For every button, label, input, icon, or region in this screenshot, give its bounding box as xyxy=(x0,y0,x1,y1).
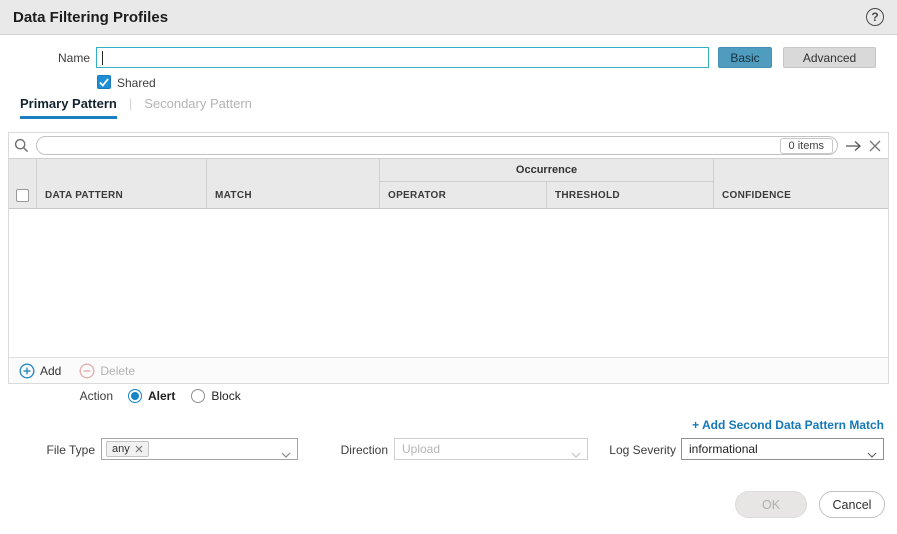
filter-input-field[interactable]: 0 items xyxy=(36,136,838,155)
ok-button[interactable]: OK xyxy=(735,491,807,518)
radio-unselected-icon xyxy=(191,389,205,403)
action-radio-group: Alert Block xyxy=(128,389,241,403)
shared-label: Shared xyxy=(117,76,156,90)
add-button-label: Add xyxy=(40,364,61,378)
delete-button[interactable]: Delete xyxy=(79,363,135,379)
page-title: Data Filtering Profiles xyxy=(13,9,168,26)
items-count-badge: 0 items xyxy=(780,138,833,154)
column-header-confidence[interactable]: CONFIDENCE xyxy=(713,159,890,208)
file-type-tag-label: any xyxy=(112,443,130,455)
clear-filter-icon[interactable] xyxy=(869,140,881,152)
data-filtering-profiles-dialog: Data Filtering Profiles ? Name Basic Adv… xyxy=(0,0,897,534)
filter-input[interactable] xyxy=(47,139,780,153)
advanced-button[interactable]: Advanced xyxy=(783,47,876,68)
log-severity-select[interactable]: informational xyxy=(681,438,884,460)
column-group-occurrence: Occurrence xyxy=(379,159,713,182)
radio-alert[interactable]: Alert xyxy=(128,389,175,403)
tab-secondary-pattern[interactable]: Secondary Pattern xyxy=(144,96,252,119)
file-type-tag: any xyxy=(106,441,149,457)
remove-tag-icon[interactable] xyxy=(135,445,143,453)
name-label: Name xyxy=(0,51,90,65)
log-severity-label: Log Severity xyxy=(560,443,676,457)
column-header-threshold[interactable]: THRESHOLD xyxy=(546,182,713,208)
radio-block-label: Block xyxy=(211,389,240,403)
select-all-cell xyxy=(9,159,36,208)
pattern-tabs: Primary Pattern | Secondary Pattern xyxy=(20,96,252,119)
search-icon xyxy=(14,138,29,153)
log-severity-value: informational xyxy=(686,442,758,456)
direction-label: Direction xyxy=(300,443,388,457)
column-header-operator[interactable]: OPERATOR xyxy=(379,182,546,208)
table-header: DATA PATTERN MATCH Occurrence OPERATOR T… xyxy=(9,158,888,209)
action-label: Action xyxy=(0,389,113,403)
radio-alert-label: Alert xyxy=(148,389,175,403)
column-header-data-pattern[interactable]: DATA PATTERN xyxy=(36,159,206,208)
table-toolbar: Add Delete xyxy=(9,357,888,383)
tab-separator: | xyxy=(129,96,132,111)
chevron-down-icon xyxy=(281,447,291,461)
basic-button[interactable]: Basic xyxy=(718,47,772,68)
help-icon[interactable]: ? xyxy=(866,8,884,26)
direction-value: Upload xyxy=(399,442,440,456)
delete-button-label: Delete xyxy=(100,364,135,378)
tab-primary-pattern[interactable]: Primary Pattern xyxy=(20,96,117,119)
direction-select: Upload xyxy=(394,438,588,460)
radio-block[interactable]: Block xyxy=(191,389,240,403)
shared-checkbox[interactable] xyxy=(97,75,111,89)
name-input[interactable] xyxy=(96,47,709,68)
table-filter-bar: 0 items xyxy=(9,133,888,158)
column-header-match[interactable]: MATCH xyxy=(206,159,379,208)
text-caret xyxy=(102,51,103,65)
add-button[interactable]: Add xyxy=(19,363,61,379)
select-all-checkbox[interactable] xyxy=(16,189,29,202)
file-type-select[interactable]: any xyxy=(101,438,298,460)
chevron-down-icon xyxy=(867,447,877,461)
name-input-field[interactable] xyxy=(97,48,708,67)
radio-selected-icon xyxy=(128,389,142,403)
circle-minus-icon xyxy=(79,363,95,379)
apply-filter-arrow-icon[interactable] xyxy=(845,140,862,152)
circle-plus-icon xyxy=(19,363,35,379)
dialog-header: Data Filtering Profiles ? xyxy=(0,0,897,35)
check-icon xyxy=(99,78,109,87)
cancel-button[interactable]: Cancel xyxy=(819,491,885,518)
file-type-label: File Type xyxy=(0,443,95,457)
add-second-data-pattern-link[interactable]: + Add Second Data Pattern Match xyxy=(692,418,884,432)
action-row: Action Alert Block xyxy=(0,389,241,403)
data-pattern-table: 0 items DATA PATTERN MATCH Occurrence OP… xyxy=(8,132,889,384)
table-body-empty xyxy=(9,209,888,357)
